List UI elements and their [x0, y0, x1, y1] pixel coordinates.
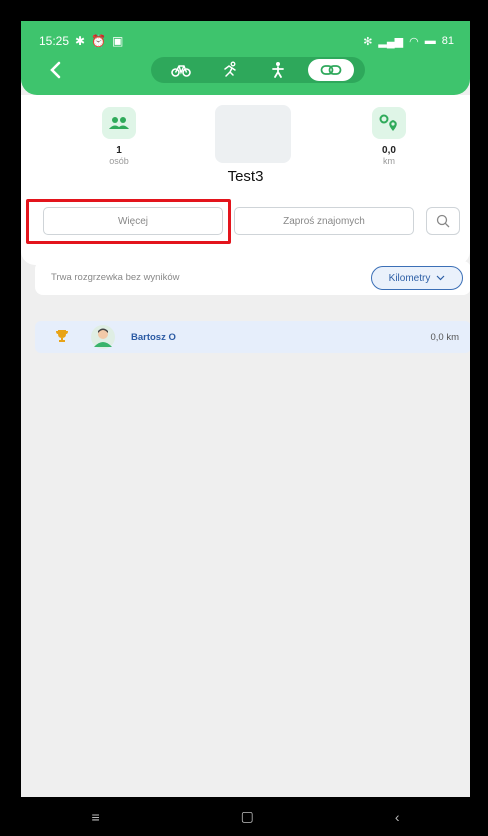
chevron-left-icon [50, 61, 61, 79]
leaderboard-row[interactable]: Bartosz O 0,0 km [35, 321, 470, 353]
bike-icon [171, 65, 192, 77]
battery-level: 81 [441, 35, 454, 47]
notification-icon: ✱ [75, 34, 86, 48]
status-bar: 15:25 ✱ ⏰ ▣ ✻ ▂▄▆ ◠ ▬ 81 [39, 33, 454, 49]
annotation-highlight-box [26, 199, 231, 244]
user-name: Bartosz O [131, 332, 176, 343]
back-button[interactable] [49, 61, 63, 81]
unit-dropdown[interactable]: Kilometry [371, 266, 463, 290]
route-pin-icon [379, 114, 397, 131]
mode-bike[interactable] [162, 59, 200, 81]
participants-icon-box [102, 107, 136, 139]
group-summary-card: 1 osób 0,0 km Test3 Więcej Zaproś znajom… [21, 95, 470, 265]
group-avatar [215, 105, 291, 163]
distance-unit: km [383, 156, 395, 166]
mode-run[interactable] [211, 59, 249, 81]
alarm-icon: ⏰ [91, 34, 107, 48]
chevron-down-icon [436, 275, 445, 281]
home-icon[interactable]: ▢ [241, 808, 254, 825]
menu-icon[interactable]: ≡ [91, 809, 99, 825]
leaderboard-header: Trwa rozgrzewka bez wyników Kilometry [35, 261, 470, 295]
link-icon [320, 65, 342, 75]
back-nav-icon[interactable]: ‹ [395, 809, 400, 825]
group-title: Test3 [227, 168, 264, 185]
walk-icon [272, 62, 285, 78]
mode-link[interactable] [307, 59, 354, 81]
header-bar: 15:25 ✱ ⏰ ▣ ✻ ▂▄▆ ◠ ▬ 81 [21, 21, 470, 95]
warmup-status-text: Trwa rozgrzewka bez wyników [51, 272, 180, 283]
activity-mode-switch [151, 57, 365, 83]
gallery-icon: ▣ [112, 34, 124, 48]
distance-value: 0,0 [382, 145, 396, 156]
people-icon [109, 117, 129, 129]
invite-friends-button[interactable]: Zaproś znajomych [234, 207, 414, 235]
participants-value: 1 [116, 145, 122, 156]
distance-icon-box [372, 107, 406, 139]
wifi-icon: ◠ [409, 35, 419, 48]
distance-stat: 0,0 km [349, 107, 429, 166]
run-icon [224, 61, 236, 77]
participants-unit: osób [109, 156, 129, 166]
participants-stat: 1 osób [79, 107, 159, 166]
user-avatar-icon [91, 325, 115, 349]
search-button[interactable] [426, 207, 460, 235]
trophy-icon [56, 330, 68, 342]
mode-walk[interactable] [259, 59, 297, 81]
search-icon [436, 214, 450, 228]
app-screen: 15:25 ✱ ⏰ ▣ ✻ ▂▄▆ ◠ ▬ 81 1 osób 0,0 km T… [21, 21, 470, 797]
system-nav-bar: ≡ ▢ ‹ [21, 797, 470, 836]
signal-icon: ▂▄▆ [378, 35, 404, 48]
bluetooth-icon: ✻ [363, 35, 373, 48]
battery-icon: ▬ [424, 35, 436, 47]
unit-dropdown-label: Kilometry [388, 272, 431, 284]
status-time: 15:25 [39, 34, 70, 48]
user-distance: 0,0 km [430, 332, 459, 343]
